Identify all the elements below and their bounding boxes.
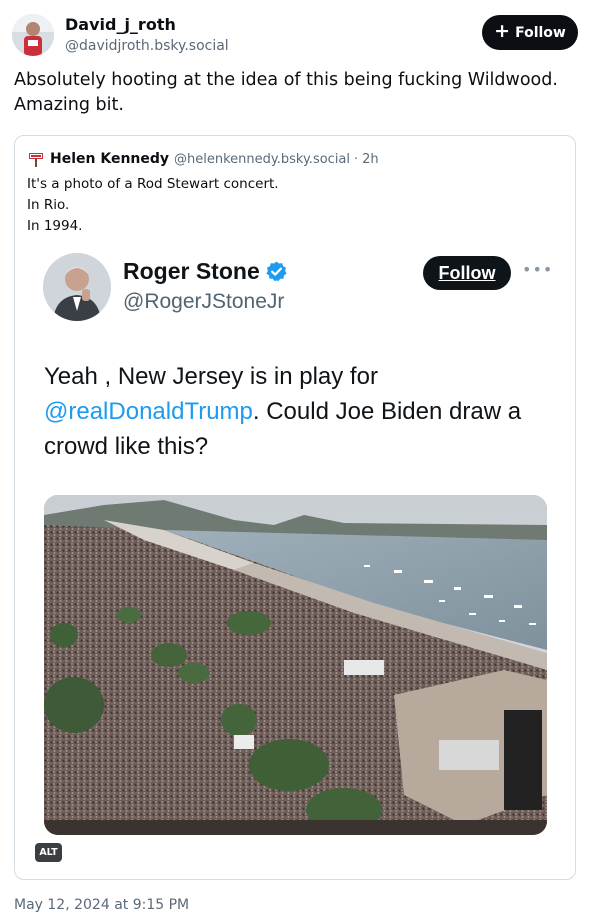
- mention-link: @realDonaldTrump: [44, 398, 253, 425]
- quoted-line: In Rio.: [27, 197, 70, 213]
- follow-button-label: Follow: [515, 24, 566, 41]
- follow-button[interactable]: + Follow: [482, 15, 578, 50]
- embedded-tweet-handle: @RogerJStoneJr: [123, 290, 285, 313]
- avatar[interactable]: [12, 14, 54, 56]
- quoted-post-text: It's a photo of a Rod Stewart concert. I…: [27, 174, 279, 237]
- quoted-post-header: Helen Kennedy @helenkennedy.bsky.social …: [27, 150, 379, 168]
- embedded-tweet-name-text: Roger Stone: [123, 258, 260, 284]
- alt-text-badge[interactable]: ALT: [35, 843, 62, 862]
- verified-badge-icon: [266, 261, 287, 282]
- quoted-author-handle[interactable]: @helenkennedy.bsky.social: [174, 152, 350, 167]
- embedded-follow-button: Follow: [423, 256, 511, 290]
- quoted-line: In 1994.: [27, 218, 83, 234]
- author-handle[interactable]: @davidjroth.bsky.social: [65, 36, 229, 56]
- embedded-tweet-avatar: [43, 253, 111, 321]
- embedded-tweet-image[interactable]: Roger Stone @RogerJStoneJr Follow ••• Ye…: [28, 238, 562, 866]
- plus-icon: +: [494, 20, 511, 42]
- quoted-post[interactable]: Helen Kennedy @helenkennedy.bsky.social …: [14, 135, 576, 880]
- ellipsis-icon: •••: [522, 260, 554, 279]
- embedded-tweet-text-start: Yeah , New Jersey is in play for: [44, 363, 378, 390]
- quoted-author-name[interactable]: Helen Kennedy: [50, 151, 169, 167]
- separator: ·: [354, 151, 359, 167]
- post-author: David_j_roth @davidjroth.bsky.social: [12, 14, 229, 56]
- quoted-line: It's a photo of a Rod Stewart concert.: [27, 176, 279, 192]
- author-name[interactable]: David_j_roth: [65, 14, 229, 36]
- post-text: Absolutely hooting at the idea of this b…: [14, 70, 558, 115]
- quoted-author-avatar[interactable]: [27, 150, 45, 168]
- embedded-tweet-text: Yeah , New Jersey is in play for @realDo…: [44, 359, 554, 464]
- post-timestamp[interactable]: May 12, 2024 at 9:15 PM: [14, 897, 189, 913]
- quoted-post-time[interactable]: 2h: [362, 152, 379, 167]
- embedded-tweet-name: Roger Stone: [123, 258, 288, 285]
- crowd-beach-photo: [44, 495, 547, 835]
